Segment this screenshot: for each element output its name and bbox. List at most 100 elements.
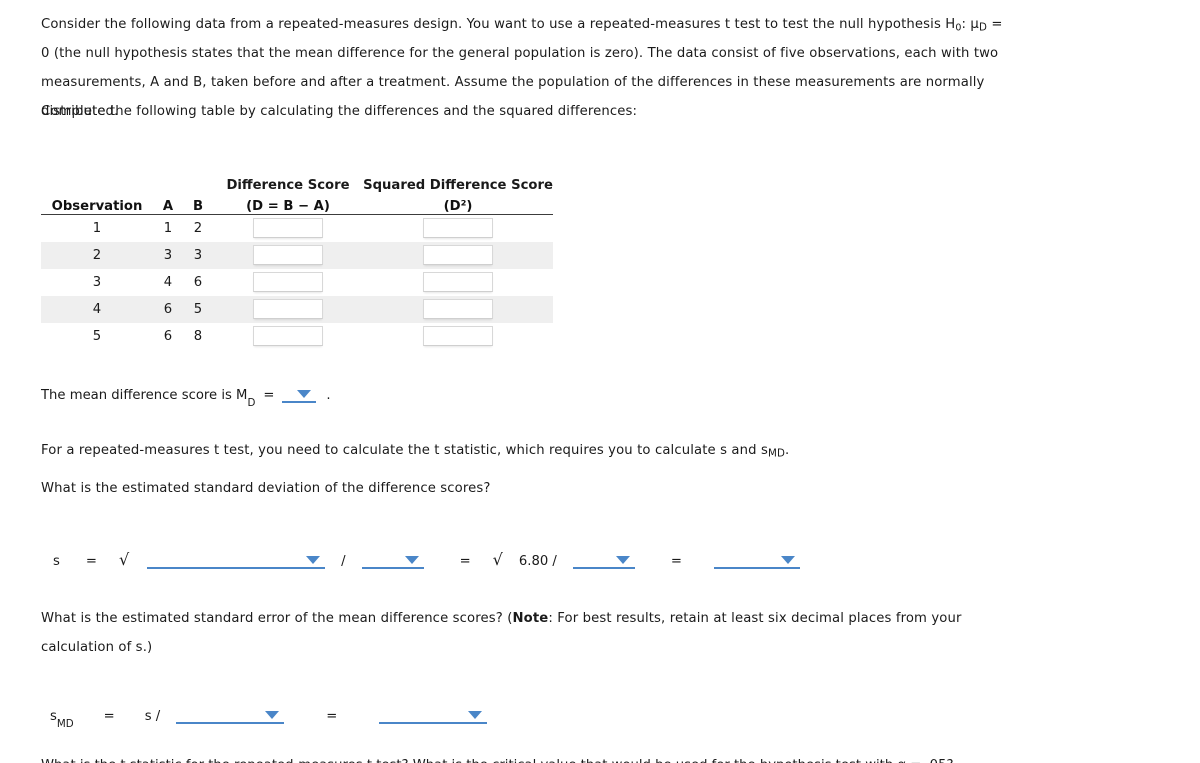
question-smd-note-bold: Note — [512, 611, 549, 626]
difference-input[interactable] — [253, 299, 323, 319]
cell-observation: 1 — [92, 220, 102, 236]
t-test-note-paragraph: For a repeated-measures t test, you need… — [41, 436, 841, 465]
mean-difference-dropdown[interactable] — [282, 385, 317, 403]
cell-a: 6 — [163, 328, 173, 344]
formula-smd-equals-1: = — [103, 709, 115, 724]
chevron-down-icon — [265, 711, 280, 719]
cell-b: 6 — [193, 274, 203, 290]
table-header-row: Observation A B (D = B − A) (D²) — [41, 199, 553, 215]
cell-observation: 5 — [92, 328, 102, 344]
formula-s-row: s = √ / = √ 6.80 / = — [53, 551, 802, 569]
cell-difference — [213, 323, 363, 350]
cell-a: 4 — [163, 274, 173, 290]
cell-b: 5 — [183, 295, 213, 323]
formula-s-numerator-dropdown[interactable] — [147, 551, 326, 569]
mean-difference-line: The mean difference score is MD = . — [41, 385, 331, 408]
header-squared-difference-score: Squared Difference Score — [363, 178, 553, 193]
difference-score-table-wrapper: Difference Score Squared Difference Scor… — [41, 172, 553, 350]
cell-observation: 3 — [92, 274, 102, 290]
difference-score-table: Difference Score Squared Difference Scor… — [41, 172, 553, 350]
chevron-down-icon — [306, 556, 321, 564]
squared-difference-input[interactable] — [423, 272, 493, 292]
difference-input[interactable] — [253, 245, 323, 265]
formula-s-label: s — [53, 554, 60, 569]
chevron-down-icon — [780, 556, 795, 564]
question-standard-error: What is the estimated standard error of … — [41, 604, 1006, 662]
header-spacer-b — [183, 172, 213, 199]
formula-s-result-dropdown[interactable] — [713, 551, 800, 569]
table-row: 2 3 3 — [41, 241, 553, 269]
squared-difference-input[interactable] — [423, 299, 493, 319]
s-md-subscript: MD — [767, 447, 786, 460]
formula-smd-label: s — [50, 709, 57, 724]
chevron-down-icon — [615, 556, 630, 564]
cell-observation: 2 — [41, 241, 153, 269]
formula-s-equals-2: = — [459, 554, 471, 569]
header-b: B — [183, 199, 213, 215]
formula-smd-denominator-dropdown[interactable] — [176, 706, 285, 724]
table-row: 1 1 2 — [41, 215, 553, 242]
header-spacer-obs — [41, 172, 153, 199]
t-test-note-text-a: For a repeated-measures t test, you need… — [41, 443, 768, 458]
difference-input[interactable] — [253, 326, 323, 346]
mean-difference-equals: = — [263, 388, 275, 403]
worksheet-page: Consider the following data from a repea… — [0, 0, 1200, 763]
cell-difference — [213, 295, 363, 323]
cell-b: 2 — [193, 220, 203, 236]
header-a: A — [153, 199, 183, 215]
table-row: 4 6 5 — [41, 295, 553, 323]
cell-difference — [213, 241, 363, 269]
question-standard-deviation: What is the estimated standard deviation… — [41, 481, 491, 496]
formula-smd-equals-2: = — [326, 709, 338, 724]
table-body: 1 1 2 2 3 3 3 4 6 4 6 5 5 6 8 — [41, 215, 553, 350]
cell-a: 3 — [153, 241, 183, 269]
formula-smd-result-dropdown[interactable] — [379, 706, 488, 724]
cell-observation: 4 — [41, 295, 153, 323]
cell-squared-difference — [363, 269, 553, 296]
cell-squared-difference — [363, 241, 553, 269]
mean-difference-suffix: . — [326, 388, 331, 403]
cell-squared-difference — [363, 323, 553, 350]
clipped-bottom-text: What is the t statistic for the repeated… — [41, 751, 1006, 763]
radical-icon: √ — [118, 550, 130, 569]
formula-s-denominator2-dropdown[interactable] — [572, 551, 635, 569]
cell-difference — [213, 215, 363, 242]
chevron-down-icon — [297, 390, 312, 398]
question-smd-text-a: What is the estimated standard error of … — [41, 611, 513, 626]
squared-difference-input[interactable] — [423, 326, 493, 346]
table-row: 5 6 8 — [41, 323, 553, 350]
header-d-formula: (D = B − A) — [213, 199, 363, 215]
chevron-down-icon — [468, 711, 483, 719]
cell-b: 3 — [183, 241, 213, 269]
formula-s-slash-1: / — [341, 554, 346, 569]
table-header-top-row: Difference Score Squared Difference Scor… — [41, 172, 553, 199]
formula-s-denominator-dropdown[interactable] — [361, 551, 424, 569]
cell-a: 1 — [163, 220, 173, 236]
formula-s-equals-3: = — [670, 554, 682, 569]
difference-input[interactable] — [253, 218, 323, 239]
difference-input[interactable] — [253, 272, 323, 292]
header-d-squared: (D²) — [363, 199, 553, 215]
intro-text-b: : μ — [961, 17, 979, 32]
complete-table-instruction: Complete the following table by calculat… — [41, 104, 638, 119]
formula-s-equals-1: = — [85, 554, 97, 569]
chevron-down-icon — [404, 556, 419, 564]
formula-smd-row: s MD = s / = — [50, 706, 489, 729]
cell-b: 8 — [193, 328, 203, 344]
t-test-note-text-b: . — [785, 443, 790, 458]
formula-s-known-value: 6.80 / — [518, 554, 557, 569]
cell-difference — [213, 269, 363, 296]
cell-squared-difference — [363, 295, 553, 323]
header-difference-score: Difference Score — [226, 178, 350, 193]
table-row: 3 4 6 — [41, 269, 553, 296]
mu-d-subscript: D — [978, 21, 987, 34]
squared-difference-input[interactable] — [423, 245, 493, 265]
radical-icon-2: √ — [492, 550, 503, 569]
squared-difference-input[interactable] — [423, 218, 493, 239]
mean-difference-prefix: The mean difference score is M — [41, 388, 248, 403]
cell-a: 6 — [153, 295, 183, 323]
formula-smd-numerator: s / — [144, 709, 161, 724]
intro-text-a: Consider the following data from a repea… — [41, 17, 956, 32]
header-spacer-a — [153, 172, 183, 199]
cell-squared-difference — [363, 215, 553, 242]
